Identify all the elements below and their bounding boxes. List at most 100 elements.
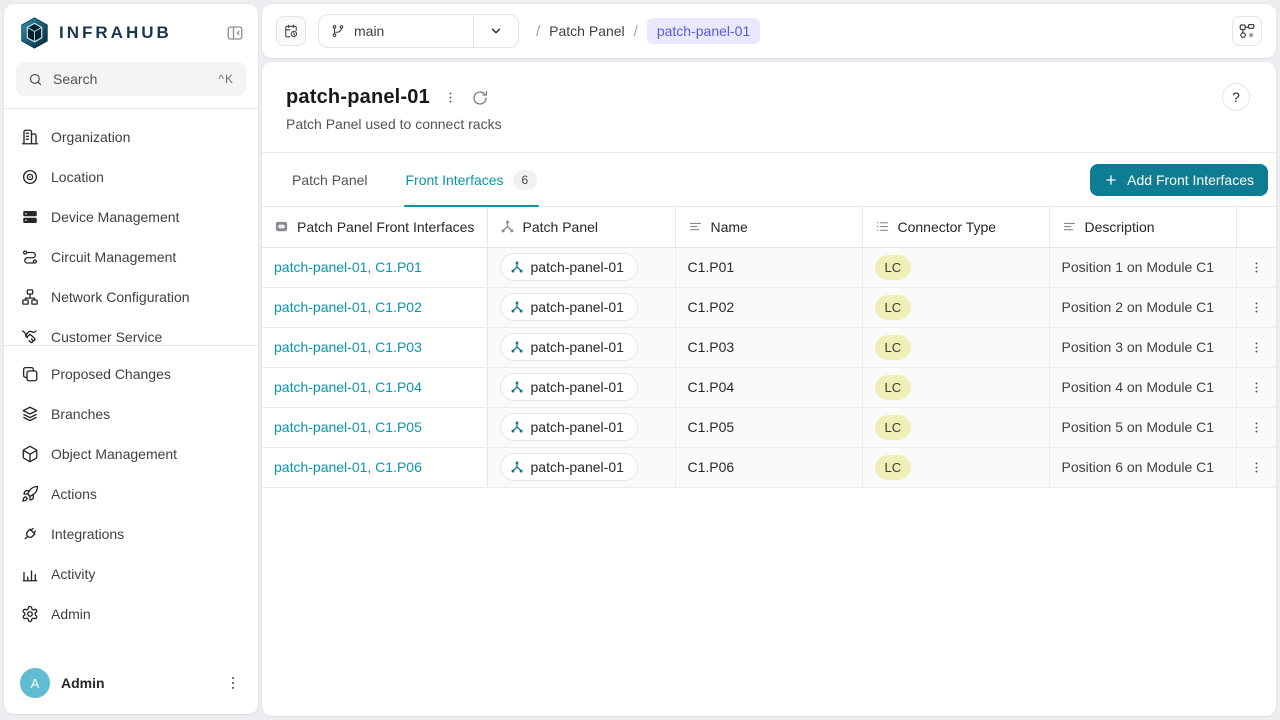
sidebar-item-label: Location — [51, 169, 104, 185]
patch-panel-chip[interactable]: patch-panel-01 — [500, 293, 638, 321]
row-actions-button[interactable] — [1249, 380, 1264, 395]
connector-type-badge: LC — [875, 375, 912, 400]
relationship-icon — [510, 260, 524, 274]
bar-chart-icon — [21, 565, 39, 583]
breadcrumb-current[interactable]: patch-panel-01 — [647, 18, 760, 44]
add-front-interfaces-button[interactable]: Add Front Interfaces — [1090, 164, 1268, 196]
tabs-bar: Patch Panel Front Interfaces 6 Add Front… — [262, 153, 1276, 207]
breadcrumb-item[interactable]: Patch Panel — [549, 23, 625, 39]
column-header-label: Patch Panel Front Interfaces — [297, 219, 474, 235]
description-cell: Position 5 on Module C1 — [1062, 419, 1215, 435]
patch-panel-chip-label: patch-panel-01 — [531, 259, 624, 275]
breadcrumb-separator: / — [536, 23, 540, 40]
connector-type-badge: LC — [875, 255, 912, 280]
calendar-clock-icon — [284, 24, 298, 38]
tab-patch-panel[interactable]: Patch Panel — [290, 153, 370, 206]
column-header-patch-panel[interactable]: Patch Panel — [487, 207, 675, 247]
sidebar-item-object-management[interactable]: Object Management — [12, 434, 250, 474]
sidebar-item-organization[interactable]: Organization — [12, 117, 250, 157]
kebab-icon — [1249, 420, 1264, 435]
kebab-icon — [1249, 460, 1264, 475]
front-interface-link[interactable]: patch-panel-01, C1.P05 — [274, 419, 422, 435]
patch-panel-chip[interactable]: patch-panel-01 — [500, 373, 638, 401]
building-icon — [21, 128, 39, 146]
column-header-name[interactable]: Name — [675, 207, 862, 247]
front-interface-link[interactable]: patch-panel-01, C1.P06 — [274, 459, 422, 475]
table-row: patch-panel-01, C1.P01patch-panel-01C1.P… — [262, 247, 1276, 287]
column-header-connector-type[interactable]: Connector Type — [862, 207, 1049, 247]
sidebar-item-label: Branches — [51, 406, 110, 422]
list-icon — [875, 219, 890, 234]
sidebar-item-customer-service[interactable]: Customer Service — [12, 317, 250, 345]
kebab-icon — [443, 90, 458, 105]
patch-panel-chip[interactable]: patch-panel-01 — [500, 413, 638, 441]
sidebar-item-activity[interactable]: Activity — [12, 554, 250, 594]
relationship-icon — [510, 420, 524, 434]
branch-selector[interactable]: main — [318, 14, 519, 48]
handshake-icon — [21, 328, 39, 345]
schema-icon — [1238, 22, 1256, 40]
schema-button[interactable] — [1232, 16, 1262, 46]
sidebar-item-admin[interactable]: Admin — [12, 594, 250, 634]
column-header-patch-panel-front-interfaces[interactable]: Patch Panel Front Interfaces — [262, 207, 487, 247]
column-header-description[interactable]: Description — [1049, 207, 1236, 247]
help-button[interactable]: ? — [1222, 83, 1250, 111]
patch-panel-chip-label: patch-panel-01 — [531, 379, 624, 395]
sidebar-item-label: Integrations — [51, 526, 124, 542]
patch-panel-chip[interactable]: patch-panel-01 — [500, 253, 638, 281]
refresh-button[interactable] — [471, 89, 489, 107]
search-input[interactable]: Search ^K — [16, 62, 246, 96]
sidebar-item-proposed-changes[interactable]: Proposed Changes — [12, 354, 250, 394]
tab-front-interfaces[interactable]: Front Interfaces 6 — [404, 153, 540, 206]
card-icon — [274, 219, 289, 234]
page-subtitle: Patch Panel used to connect racks — [286, 116, 1252, 132]
sidebar-collapse-button[interactable] — [226, 24, 244, 42]
server-icon — [21, 208, 39, 226]
gear-icon — [21, 605, 39, 623]
rocket-icon — [21, 485, 39, 503]
title-options-button[interactable] — [443, 90, 458, 105]
sidebar-item-integrations[interactable]: Integrations — [12, 514, 250, 554]
front-interface-link[interactable]: patch-panel-01, C1.P01 — [274, 259, 422, 275]
sidebar-item-circuit-management[interactable]: Circuit Management — [12, 237, 250, 277]
sidebar-item-label: Object Management — [51, 446, 177, 462]
patch-panel-chip[interactable]: patch-panel-01 — [500, 333, 638, 361]
sidebar: INFRAHUB Search ^K Organization Location D… — [4, 4, 258, 714]
row-actions-button[interactable] — [1249, 460, 1264, 475]
git-branch-icon — [331, 24, 345, 38]
row-actions-button[interactable] — [1249, 420, 1264, 435]
connector-type-badge: LC — [875, 295, 912, 320]
sidebar-item-label: Circuit Management — [51, 249, 176, 265]
logo-row: INFRAHUB — [4, 4, 258, 58]
text-icon — [688, 219, 703, 234]
sidebar-primary-menu: Organization Location Device Management Cir… — [4, 109, 258, 345]
sidebar-item-network-configuration[interactable]: Network Configuration — [12, 277, 250, 317]
search-shortcut: ^K — [218, 72, 234, 86]
user-options-button[interactable] — [224, 674, 242, 692]
kebab-icon — [1249, 380, 1264, 395]
sidebar-item-actions[interactable]: Actions — [12, 474, 250, 514]
sidebar-item-location[interactable]: Location — [12, 157, 250, 197]
front-interface-link[interactable]: patch-panel-01, C1.P02 — [274, 299, 422, 315]
patch-panel-chip[interactable]: patch-panel-01 — [500, 453, 638, 481]
branch-name: main — [354, 23, 384, 39]
sidebar-item-label: Activity — [51, 566, 95, 582]
sidebar-item-device-management[interactable]: Device Management — [12, 197, 250, 237]
name-cell: C1.P02 — [688, 299, 735, 315]
kebab-icon — [224, 674, 242, 692]
name-cell: C1.P03 — [688, 339, 735, 355]
patch-panel-chip-label: patch-panel-01 — [531, 419, 624, 435]
table-row: patch-panel-01, C1.P06patch-panel-01C1.P… — [262, 447, 1276, 487]
table-header-row: Patch Panel Front Interfaces Patch PanelN… — [262, 207, 1276, 247]
row-actions-button[interactable] — [1249, 260, 1264, 275]
row-actions-button[interactable] — [1249, 340, 1264, 355]
row-actions-button[interactable] — [1249, 300, 1264, 315]
sidebar-item-branches[interactable]: Branches — [12, 394, 250, 434]
user-menu[interactable]: A Admin — [4, 656, 258, 714]
brand-name: INFRAHUB — [59, 23, 172, 43]
name-cell: C1.P05 — [688, 419, 735, 435]
time-travel-button[interactable] — [276, 16, 306, 46]
front-interface-link[interactable]: patch-panel-01, C1.P03 — [274, 339, 422, 355]
relationship-icon — [500, 219, 515, 234]
front-interface-link[interactable]: patch-panel-01, C1.P04 — [274, 379, 422, 395]
